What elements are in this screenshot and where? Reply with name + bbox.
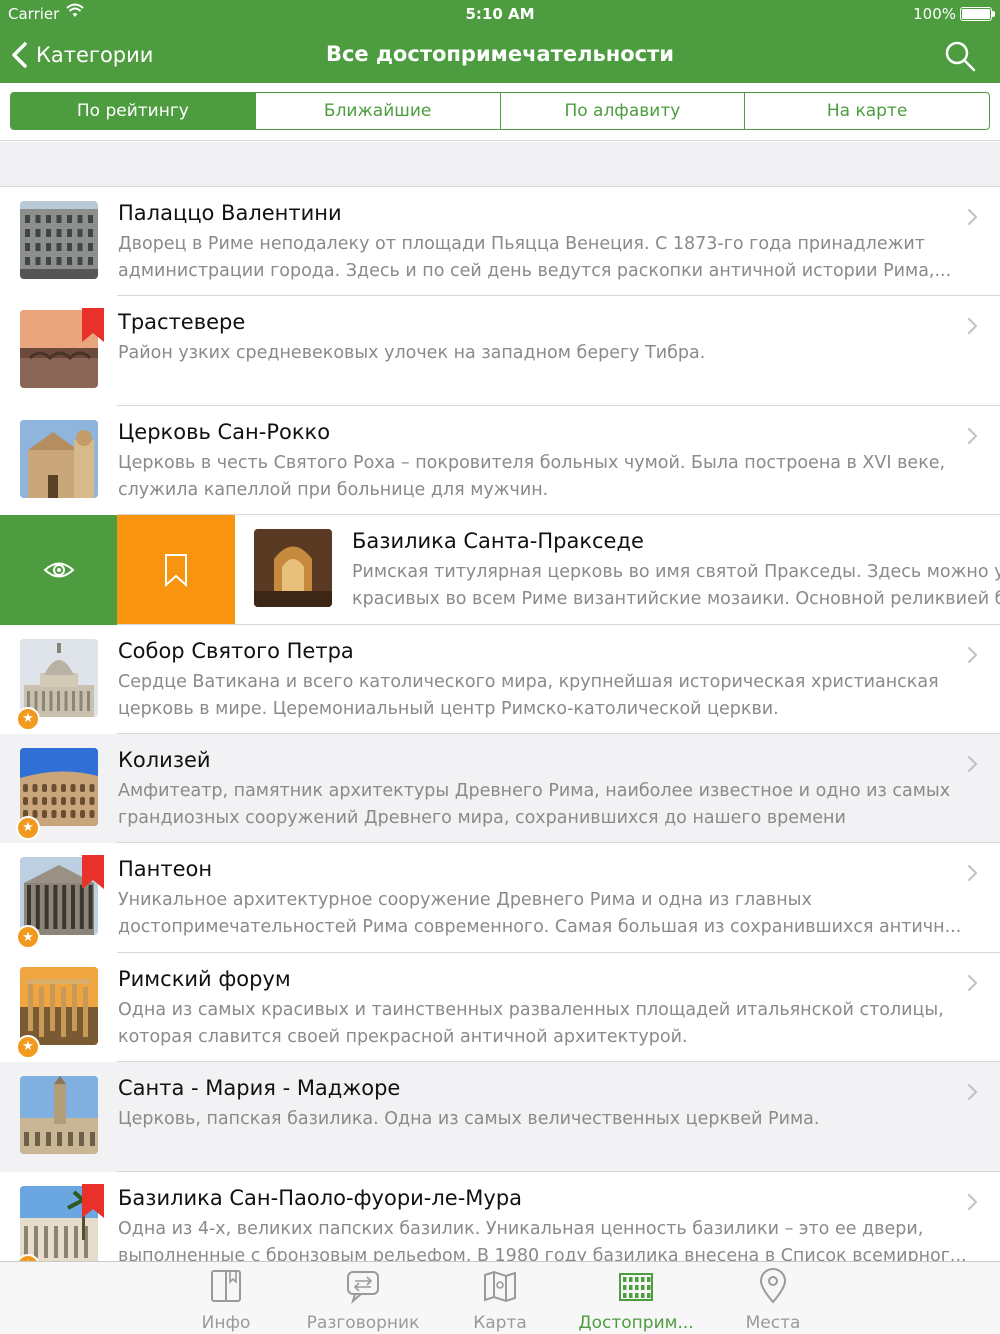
sight-description: Сердце Ватикана и всего католического ми… [118, 671, 939, 719]
sight-description: Уникальное архитектурное сооружение Древ… [118, 890, 962, 938]
eye-icon [43, 562, 74, 578]
sight-thumbnail [20, 638, 98, 717]
battery-percent: 100% [913, 5, 956, 23]
chevron-right-icon [967, 974, 978, 991]
sight-thumbnail [254, 529, 332, 608]
pin-icon [705, 1268, 841, 1313]
tab-pin[interactable]: Места [705, 1268, 841, 1333]
book-icon [158, 1268, 294, 1313]
sort-tab-1[interactable]: Ближайшие [254, 93, 500, 129]
tab-label: Инфо [201, 1313, 251, 1333]
sight-name: Колизей [118, 747, 211, 772]
sort-tab-0[interactable]: По рейтингу [11, 93, 255, 129]
sight-name: Римский форум [118, 966, 291, 991]
list-item[interactable]: ★ Римский форум Одна из самых красивых и т… [0, 952, 1000, 1063]
bookmark-ribbon-icon [82, 308, 104, 343]
sight-description: Район узких средневековых улочек на запа… [118, 343, 706, 364]
chevron-right-icon [967, 646, 978, 663]
sight-thumbnail [20, 201, 98, 279]
sight-name: Базилика Санта-Пракседе [352, 529, 644, 554]
tab-label: Карта [473, 1313, 527, 1333]
chevron-right-icon [967, 1193, 978, 1210]
sight-thumbnail [20, 966, 98, 1045]
sort-tab-2[interactable]: По алфавиту [499, 93, 745, 129]
battery-tip [992, 11, 995, 17]
sight-description: Одна из самых красивых и таинственных ра… [118, 999, 944, 1047]
star-badge-icon: ★ [16, 706, 40, 731]
sort-tab-3[interactable]: На карте [744, 93, 989, 129]
sights-list[interactable]: Палаццо Валентини Дворец в Риме неподалек… [0, 187, 1000, 1261]
list-item[interactable]: Санта - Мария - Маджоре Церковь, папская … [0, 1062, 1000, 1172]
navigation-bar: Carrier 5:10 AM 100% Категории Все досто… [0, 0, 1000, 83]
chat-icon [295, 1268, 431, 1313]
chevron-right-icon [967, 755, 978, 773]
chevron-right-icon [967, 208, 978, 226]
status-bar: Carrier 5:10 AM 100% [0, 0, 1000, 28]
tab-book[interactable]: Инфо [158, 1268, 294, 1333]
sort-bar: По рейтингу Ближайшие По алфавиту На карте [0, 83, 1000, 141]
sort-segmented-control: По рейтингу Ближайшие По алфавиту На карте [10, 92, 990, 130]
chevron-right-icon [967, 1084, 978, 1101]
page-title: Все достопримечательности [325, 42, 675, 66]
app-screen: { "status_bar":{"carrier":"Carrier","tim… [0, 0, 1000, 1334]
sight-name: Палаццо Валентини [118, 201, 342, 225]
list-item[interactable]: Трастевере Район узких средневековых улоч… [0, 296, 1000, 406]
chevron-right-icon [967, 427, 978, 444]
tab-colosseum[interactable]: Достоприм... [568, 1268, 704, 1333]
list-header-spacer [0, 142, 1000, 187]
sight-description: Амфитеатр, памятник архитектуры Древнего… [118, 780, 951, 828]
list-item[interactable]: ★ Колизей Амфитеатр, памятник архитектуры … [0, 733, 1000, 844]
tab-bar: Инфо Разговорник Карта Достоприм... Места [0, 1261, 1000, 1334]
chevron-right-icon [967, 865, 978, 882]
sight-name: Пантеон [118, 857, 213, 882]
sight-description: Церковь, папская базилика. Одна из самых… [118, 1109, 820, 1130]
star-badge-icon: ★ [16, 925, 40, 950]
list-item[interactable]: ★Базилика Сан-Паоло-фуори-ле-МураОдна из… [0, 1171, 1000, 1261]
sight-description: Дворец в Риме неподалеку от площади Пьяц… [118, 234, 952, 281]
bookmark-ribbon-icon [82, 855, 104, 890]
list-item[interactable]: Базилика Санта-Пракседе Римская титулярна… [0, 515, 1000, 625]
view-action-button[interactable] [0, 515, 117, 625]
list-item[interactable]: Церковь Сан-Рокко Церковь в честь Святого… [0, 405, 1000, 516]
tab-label: Разговорник [306, 1313, 420, 1333]
clock: 5:10 AM [465, 5, 535, 23]
search-icon[interactable] [944, 40, 976, 72]
sight-thumbnail [20, 1076, 98, 1155]
bookmark-outline-icon [165, 553, 187, 587]
sight-description: Одна из 4-х, великих папских базилик. Ун… [118, 1218, 967, 1261]
bookmark-ribbon-icon [82, 1183, 104, 1218]
chevron-right-icon [967, 318, 978, 335]
sight-description: Церковь в честь Святого Роха – покровите… [118, 452, 946, 500]
list-item[interactable]: ★ Пантеон Уникальное архитектурное сооруже… [0, 843, 1000, 953]
star-badge-icon: ★ [16, 815, 40, 840]
list-item[interactable]: ★ Собор Святого Петра Сердце Ватикана и вс… [0, 624, 1000, 734]
sight-thumbnail [20, 747, 98, 826]
sight-name: Церковь Сан-Рокко [118, 419, 331, 444]
map-icon [432, 1268, 568, 1313]
battery-icon [960, 7, 992, 21]
list-item[interactable]: Палаццо Валентини Дворец в Риме неподалек… [0, 187, 1000, 297]
tab-label: Места [745, 1313, 801, 1333]
sight-thumbnail [20, 419, 98, 498]
tab-label: Достоприм... [578, 1313, 694, 1333]
tab-map[interactable]: Карта [432, 1268, 568, 1333]
bookmark-action-button[interactable] [117, 515, 235, 625]
star-badge-icon: ★ [16, 1034, 40, 1059]
sight-description: Римская титулярная церковь во имя святой… [352, 562, 1000, 610]
sight-name: Трастевере [118, 310, 246, 335]
colosseum-icon [568, 1268, 704, 1313]
sight-name: Базилика Сан-Паоло-фуори-ле-Мура [118, 1185, 523, 1210]
tab-chat[interactable]: Разговорник [295, 1268, 431, 1333]
sight-name: Собор Святого Петра [118, 638, 354, 663]
sight-name: Санта - Мария - Маджоре [118, 1076, 401, 1101]
